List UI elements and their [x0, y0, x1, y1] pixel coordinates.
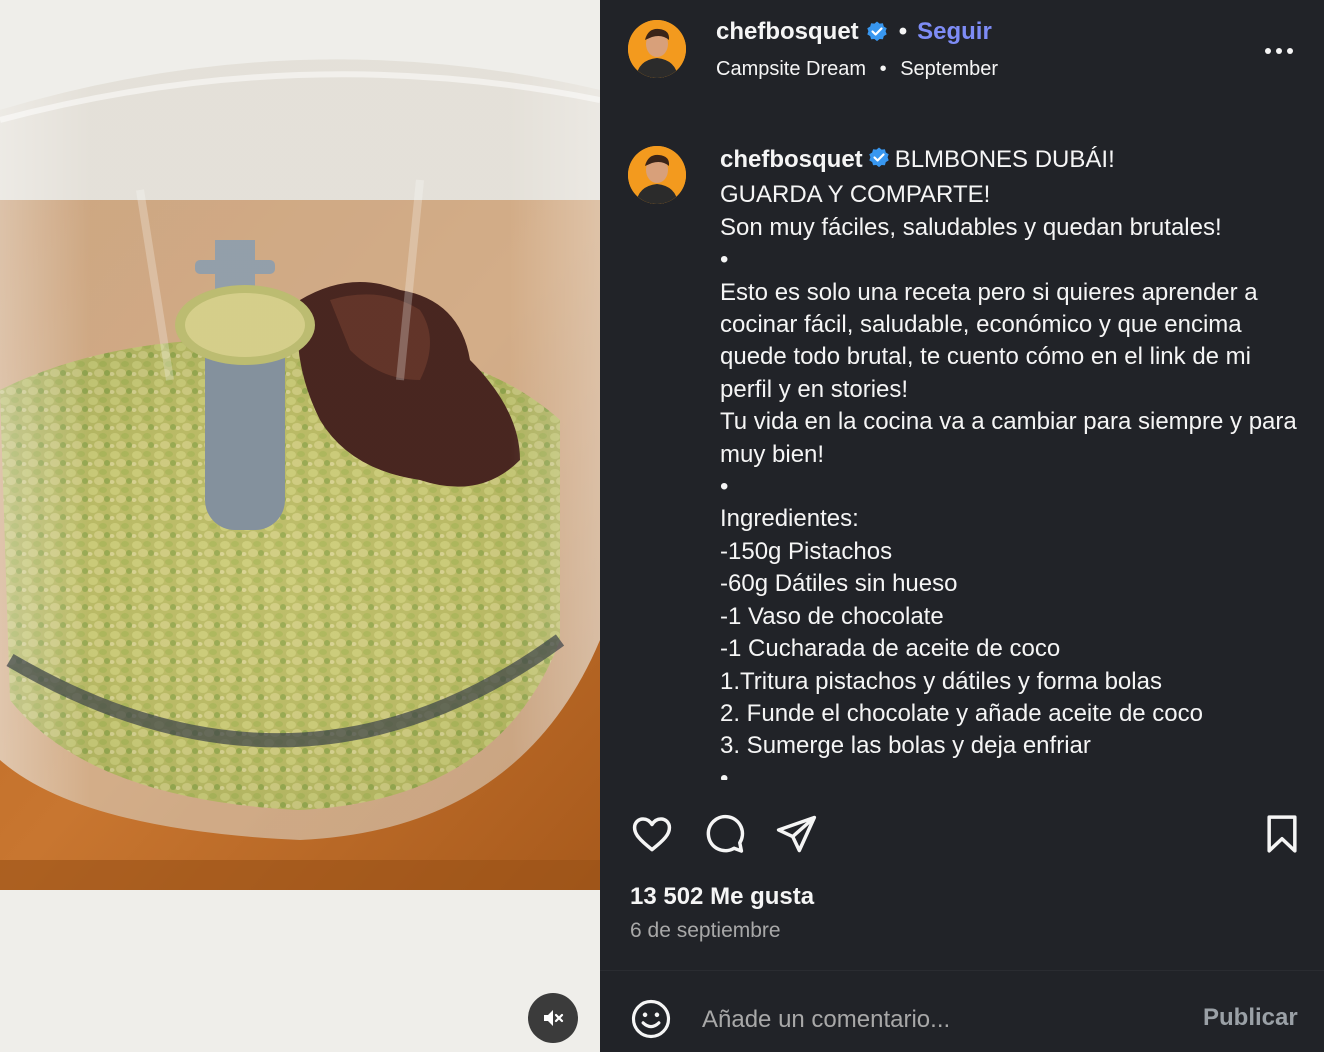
publish-button[interactable]: Publicar	[1203, 1004, 1298, 1032]
caption-text: chefbosquet BLMBONES DUBÁI! GUARDA Y COMP…	[720, 144, 1300, 780]
emoji-button[interactable]	[630, 998, 672, 1045]
audio-link[interactable]: September	[900, 58, 998, 80]
like-button[interactable]	[630, 812, 674, 861]
share-button[interactable]	[774, 812, 818, 861]
header-subline: Campsite Dream • September	[716, 58, 998, 81]
post-date[interactable]: 6 de septiembre	[630, 919, 781, 943]
bookmark-icon	[1267, 815, 1297, 853]
post-header: chefbosquet • Seguir Campsite Dream • Se…	[600, 0, 1324, 100]
more-options-icon	[1265, 48, 1293, 54]
instagram-post: chefbosquet • Seguir Campsite Dream • Se…	[0, 0, 1324, 1052]
location-link[interactable]: Campsite Dream	[716, 58, 866, 80]
post-video-frame	[0, 0, 600, 1052]
post-side-panel: chefbosquet • Seguir Campsite Dream • Se…	[600, 0, 1324, 1052]
comment-divider	[600, 970, 1324, 971]
header-username[interactable]: chefbosquet	[716, 18, 859, 46]
header-separator: •	[898, 18, 908, 45]
likes-count[interactable]: 13 502 Me gusta	[630, 883, 814, 911]
add-comment-row: Publicar	[600, 990, 1324, 1050]
save-button[interactable]	[1260, 812, 1304, 861]
avatar-photo	[628, 146, 686, 204]
post-media[interactable]	[0, 0, 600, 1052]
caption-area: chefbosquet BLMBONES DUBÁI! GUARDA Y COMP…	[600, 120, 1324, 780]
verified-badge-icon	[865, 20, 889, 44]
header-user-line: chefbosquet • Seguir	[716, 18, 992, 46]
comment-button[interactable]	[702, 812, 746, 861]
emoji-smiley-icon	[631, 999, 671, 1039]
heart-icon	[632, 817, 672, 852]
more-options-button[interactable]	[1263, 38, 1295, 64]
caption-username[interactable]: chefbosquet	[720, 146, 863, 173]
author-avatar[interactable]	[628, 20, 686, 78]
post-actions	[600, 808, 1324, 858]
paper-plane-icon	[776, 815, 817, 853]
subline-separator: •	[879, 58, 887, 81]
avatar-photo	[628, 20, 686, 78]
mute-toggle-button[interactable]	[528, 993, 578, 1043]
speaker-muted-icon	[544, 1010, 564, 1026]
comment-input[interactable]	[700, 1000, 1174, 1040]
verified-badge-icon	[867, 146, 891, 179]
comment-bubble-icon	[706, 814, 745, 853]
caption-author-avatar[interactable]	[628, 146, 686, 204]
follow-button[interactable]: Seguir	[917, 18, 992, 46]
caption-body: BLMBONES DUBÁI! GUARDA Y COMPARTE! Son m…	[720, 146, 1297, 780]
